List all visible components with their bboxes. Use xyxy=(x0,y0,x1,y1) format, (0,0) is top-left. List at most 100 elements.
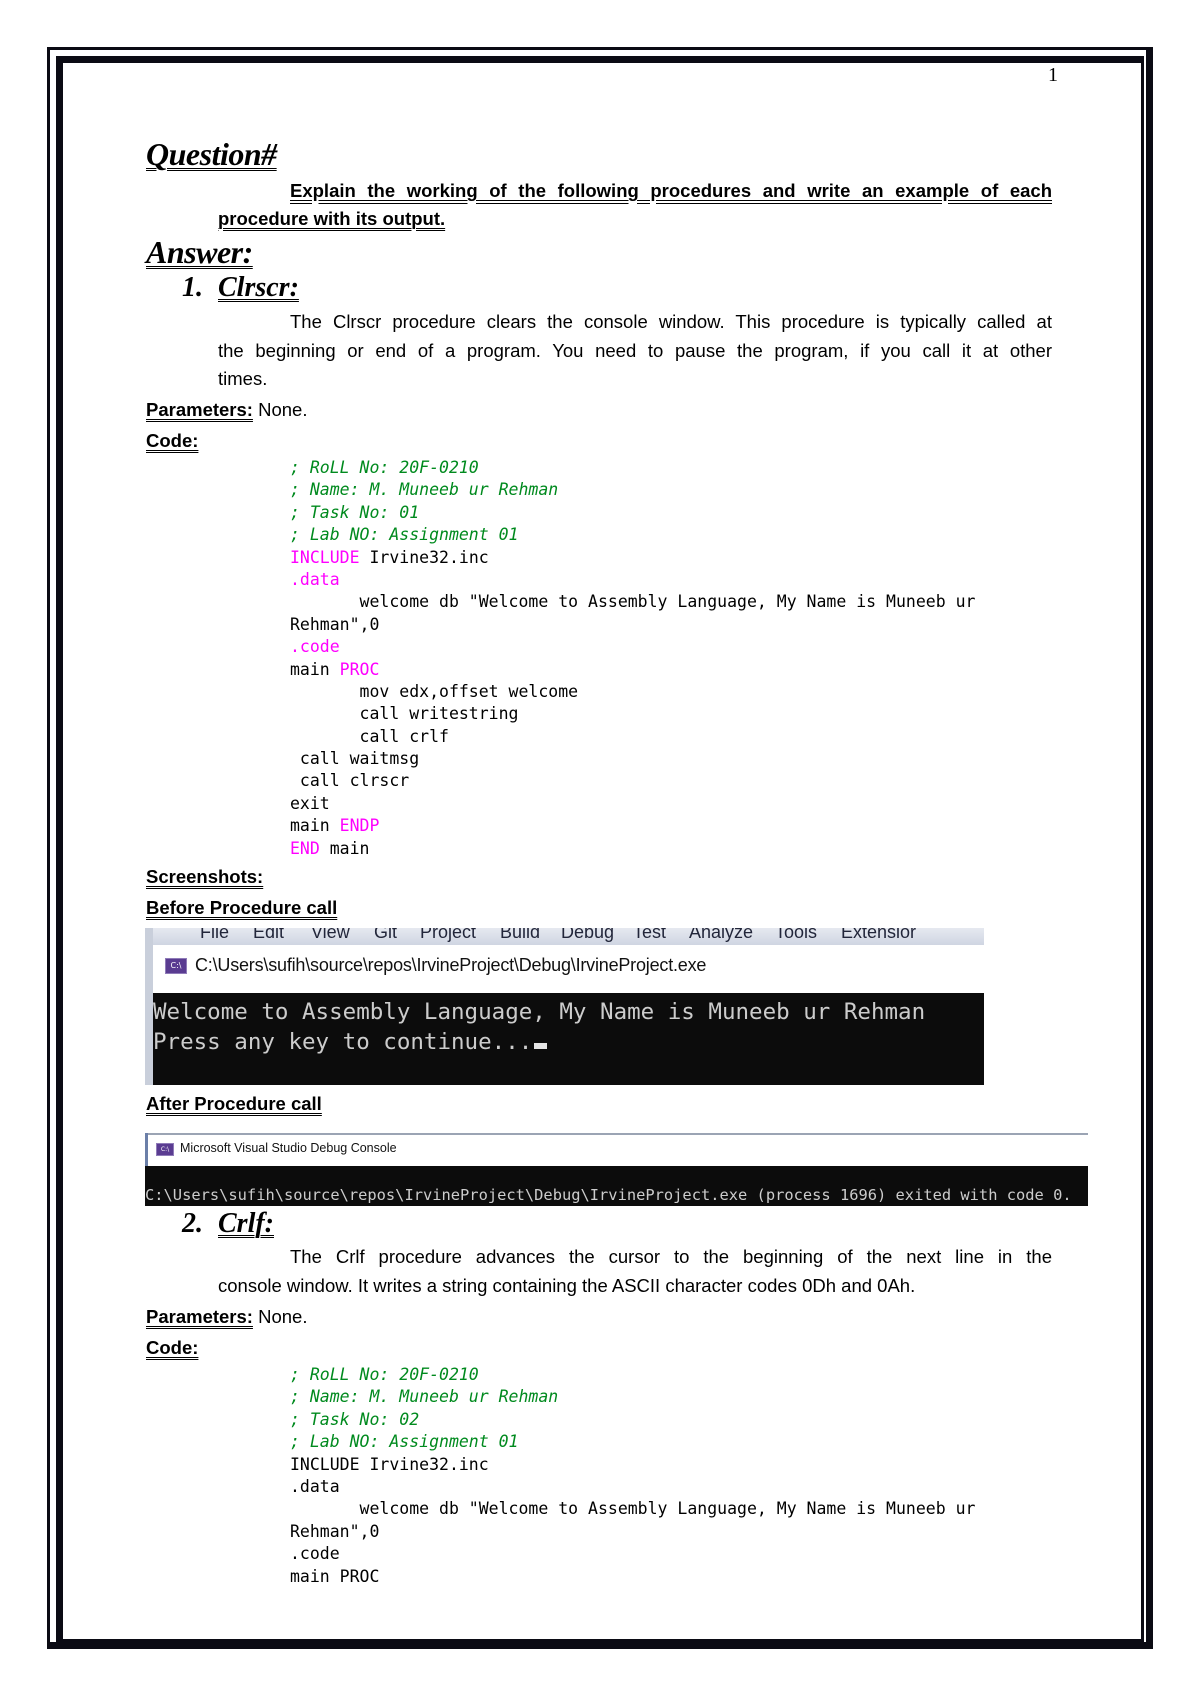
section-2-description-line1: The Crlf procedure advances the cursor t… xyxy=(290,1246,1052,1267)
code-comment: ; Task No: 02 xyxy=(290,1409,420,1429)
menu-item-file: File xyxy=(200,928,230,942)
code-text: main xyxy=(290,659,340,679)
menu-item-edit: Edit xyxy=(253,928,285,942)
code-text: main xyxy=(319,838,370,858)
code-line: ; Lab NO: Assignment 01 xyxy=(290,1431,975,1453)
question-text-line1: Explain the working of the following pro… xyxy=(290,180,1052,201)
screenshot-before-call: File Edit View Git Project Build Debug Test Anal… xyxy=(145,928,984,1085)
code-line: Rehman",0 xyxy=(290,614,975,636)
code-line: ; RoLL No: 20F-0210 xyxy=(290,1364,975,1386)
code-line: main PROC xyxy=(290,1566,975,1588)
code-text: Rehman",0 xyxy=(290,1521,380,1541)
parameters-value: None. xyxy=(258,1306,308,1327)
code-text: INCLUDE Irvine32.inc xyxy=(290,1454,489,1474)
screenshot-after-call: C:\ Microsoft Visual Studio Debug Consol… xyxy=(145,1133,1088,1206)
code-comment: ; Task No: 01 xyxy=(290,502,420,522)
code-text: welcome db "Welcome to Assembly Language… xyxy=(290,592,976,612)
section-1-description-line2: the beginning or end of a program. You n… xyxy=(218,340,1052,361)
menu-item-view: View xyxy=(311,928,350,942)
code-text: main xyxy=(290,816,340,836)
code-line: exit xyxy=(290,793,975,815)
before-call-label: Before Procedure call xyxy=(146,897,338,918)
code-line: ; Task No: 01 xyxy=(290,502,975,524)
section-1-code-block: ; RoLL No: 20F-0210 ; Name: M. Muneeb ur … xyxy=(290,457,975,860)
code-comment: ; Lab NO: Assignment 01 xyxy=(290,1432,519,1452)
code-line: .code xyxy=(290,1543,975,1565)
code-line: welcome db "Welcome to Assembly Language… xyxy=(290,1498,976,1520)
console-line-2-text: Press any key to continue... xyxy=(153,1029,533,1055)
section-1-description-line1: The Clrscr procedure clears the console … xyxy=(290,311,1052,332)
menu-item-project: Project xyxy=(420,928,477,942)
code-line: main ENDP xyxy=(290,815,975,837)
code-text: Irvine32.inc xyxy=(359,547,489,567)
code-text: call writestring xyxy=(290,704,519,724)
console-line-1: Welcome to Assembly Language, My Name is… xyxy=(153,999,926,1025)
code-line: Rehman",0 xyxy=(290,1521,975,1543)
console-line-2: Press any key to continue... xyxy=(153,1027,548,1057)
code-line: .data xyxy=(290,1476,975,1498)
code-text: main PROC xyxy=(290,1566,380,1586)
debug-console-line: C:\Users\sufih\source\repos\IrvineProjec… xyxy=(145,1186,1072,1204)
code-comment: ; Name: M. Muneeb ur Rehman xyxy=(290,480,559,500)
text-cursor xyxy=(534,1043,548,1049)
code-line: .code xyxy=(290,636,975,658)
code-keyword: .data xyxy=(290,569,340,589)
code-line: call writestring xyxy=(290,703,975,725)
code-line: mov edx,offset welcome xyxy=(290,681,975,703)
menu-item-git: Git xyxy=(374,928,398,942)
section-2-description-line2: console window. It writes a string conta… xyxy=(218,1275,916,1296)
code-text: exit xyxy=(290,793,330,813)
code-text: call crlf xyxy=(290,726,449,746)
code-keyword: END xyxy=(290,838,320,858)
code-text: call clrscr xyxy=(290,771,410,791)
menu-item-debug: Debug xyxy=(561,928,615,942)
code-text: .data xyxy=(290,1476,340,1496)
menu-item-tools: Tools xyxy=(775,928,818,942)
section-1-number: 1. xyxy=(182,272,203,303)
code-line: ; Task No: 02 xyxy=(290,1409,975,1431)
code-line: main PROC xyxy=(290,659,975,681)
code-keyword: .code xyxy=(290,637,340,657)
section-1-code-label: Code: xyxy=(146,430,199,451)
section-1-description-line3: times. xyxy=(218,368,268,389)
code-comment: ; RoLL No: 20F-0210 xyxy=(290,458,479,477)
cmd-icon: C:\ xyxy=(165,958,187,974)
console-output: Welcome to Assembly Language, My Name is… xyxy=(153,993,984,1085)
menu-item-extensior: Extensior xyxy=(841,928,917,942)
menu-item-analyze: Analyze xyxy=(689,928,754,942)
code-line: ; Lab NO: Assignment 01 xyxy=(290,524,975,546)
page-number: 1 xyxy=(1048,64,1058,86)
code-keyword: PROC xyxy=(339,659,380,679)
code-comment: ; Lab NO: Assignment 01 xyxy=(290,525,519,545)
debug-console-output: C:\Users\sufih\source\repos\IrvineProjec… xyxy=(145,1166,1088,1206)
vs-menu-bar: File Edit View Git Project Build Debug Test Anal… xyxy=(153,928,984,945)
code-line: ; RoLL No: 20F-0210 xyxy=(290,457,975,479)
code-text: Rehman",0 xyxy=(290,614,380,634)
code-line: .data xyxy=(290,569,975,591)
section-2-title: Crlf: xyxy=(218,1208,274,1239)
code-keyword: INCLUDE xyxy=(290,547,360,567)
code-keyword: ENDP xyxy=(339,816,380,836)
answer-heading: Answer: xyxy=(146,234,253,270)
section-2-code-block: ; RoLL No: 20F-0210 ; Name: M. Muneeb ur … xyxy=(290,1364,975,1588)
section-2-number: 2. xyxy=(182,1208,203,1239)
debug-console-title-bar: C:\ Microsoft Visual Studio Debug Consol… xyxy=(148,1135,1088,1166)
question-heading: Question# xyxy=(146,136,277,172)
after-call-label: After Procedure call xyxy=(146,1093,322,1114)
code-line: call clrscr xyxy=(290,770,975,792)
code-text: mov edx,offset welcome xyxy=(290,681,579,701)
question-text-line2: procedure with its output. xyxy=(218,208,446,229)
section-2-code-label: Code: xyxy=(146,1337,199,1358)
cmd-icon: C:\ xyxy=(156,1143,174,1156)
code-text: call waitmsg xyxy=(290,749,420,769)
screenshots-label: Screenshots: xyxy=(146,866,264,887)
code-line: welcome db "Welcome to Assembly Language… xyxy=(290,591,976,613)
console-window-title: C:\Users\sufih\source\repos\IrvineProjec… xyxy=(195,955,707,975)
parameters-label: Parameters: xyxy=(146,399,253,420)
code-line: ; Name: M. Muneeb ur Rehman xyxy=(290,1386,975,1408)
section-1-parameters: Parameters: None. xyxy=(146,399,307,421)
code-line: INCLUDE Irvine32.inc xyxy=(290,547,975,569)
menu-item-build: Build xyxy=(500,928,541,942)
code-line: INCLUDE Irvine32.inc xyxy=(290,1454,975,1476)
parameters-value: None. xyxy=(258,399,308,420)
